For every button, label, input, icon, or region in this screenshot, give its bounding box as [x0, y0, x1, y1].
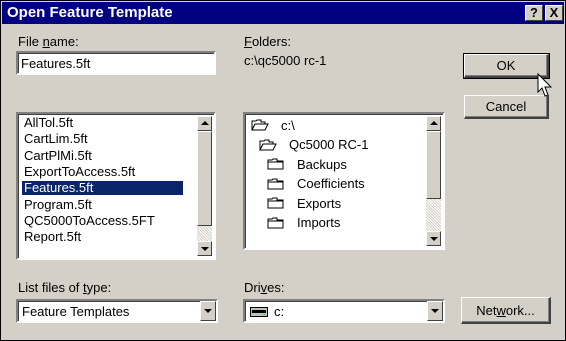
scroll-down-button[interactable] [197, 241, 212, 256]
drives-value: c: [274, 304, 285, 319]
file-list-item[interactable]: Report.5ft [22, 230, 83, 244]
folder-item[interactable]: Backups [267, 154, 347, 174]
help-button[interactable]: ? [525, 5, 543, 21]
close-button[interactable]: X [545, 5, 563, 21]
file-name-label: File name: [18, 34, 79, 49]
open-folder-icon [259, 138, 283, 152]
folder-icon [267, 177, 291, 191]
drives-label: Drives: [244, 280, 285, 295]
open-dialog: Open Feature Template ? X File name: Fea… [0, 0, 566, 341]
file-list-item[interactable]: ExportToAccess.5ft [22, 164, 137, 179]
folder-item[interactable]: Imports [267, 213, 340, 233]
file-list-item[interactable]: AllTol.5ft [22, 116, 75, 130]
arrow-down-icon [430, 237, 438, 241]
drive-icon [250, 306, 268, 321]
folder-item-label: Qc5000 RC-1 [289, 137, 369, 152]
current-folder-path: c:\qc5000 rc-1 [244, 53, 327, 68]
file-list-scrollbar[interactable] [197, 116, 212, 256]
mouse-cursor-icon [537, 73, 553, 97]
file-list[interactable]: AllTol.5ft CartLim.5ft CartPlMi.5ft ExportT… [16, 112, 216, 260]
chevron-down-icon [204, 309, 212, 313]
folder-item-label: Coefficients [297, 176, 365, 191]
file-list-item[interactable]: Features.5ft [22, 181, 183, 196]
file-type-value: Feature Templates [22, 304, 130, 319]
network-button[interactable]: Net w ork... [461, 297, 551, 324]
chevron-down-icon [431, 309, 439, 313]
file-name-input[interactable]: Features.5ft [16, 51, 216, 75]
folder-item-label: c:\ [281, 117, 295, 133]
file-type-label: List files of type: [18, 280, 112, 295]
folder-item[interactable]: c:\ [251, 115, 295, 135]
folder-item-label: Exports [297, 195, 342, 211]
scroll-down-button[interactable] [426, 231, 441, 246]
folder-list[interactable]: c:\ Qc5000 RC-1 Backups Coefficients Exports… [243, 112, 445, 250]
file-list-item[interactable]: Program.5ft [22, 197, 94, 212]
drives-select[interactable]: c: [243, 299, 445, 323]
folder-item-label: Backups [297, 156, 347, 172]
folder-icon [267, 196, 291, 210]
folder-icon [267, 216, 291, 230]
arrow-up-icon [201, 121, 209, 125]
folder-item[interactable]: Qc5000 RC-1 [259, 135, 368, 155]
file-list-item[interactable]: CartLim.5ft [22, 132, 90, 146]
scroll-up-button[interactable] [426, 116, 441, 131]
arrow-up-icon [430, 121, 438, 125]
folder-item-label: Imports [297, 215, 341, 230]
folder-item[interactable]: Coefficients [267, 174, 365, 194]
folder-list-scrollbar[interactable] [426, 116, 441, 246]
file-name-value: Features.5ft [21, 56, 91, 71]
arrow-down-icon [201, 247, 209, 251]
file-type-select[interactable]: Feature Templates [16, 299, 218, 323]
dialog-title: Open Feature Template [7, 4, 173, 21]
file-type-dropdown-button[interactable] [200, 301, 216, 321]
folders-label: Folders: [244, 34, 291, 49]
title-bar[interactable]: Open Feature Template ? X [2, 2, 564, 24]
file-list-item[interactable]: QC5000ToAccess.5FT [22, 213, 157, 228]
scroll-thumb[interactable] [426, 131, 441, 199]
scroll-up-button[interactable] [197, 116, 212, 131]
drives-dropdown-button[interactable] [427, 301, 443, 321]
folder-item[interactable]: Exports [267, 193, 341, 213]
folder-icon [267, 157, 291, 171]
open-folder-icon [251, 118, 275, 132]
file-list-item[interactable]: CartPlMi.5ft [22, 148, 94, 163]
scroll-thumb[interactable] [197, 131, 212, 226]
